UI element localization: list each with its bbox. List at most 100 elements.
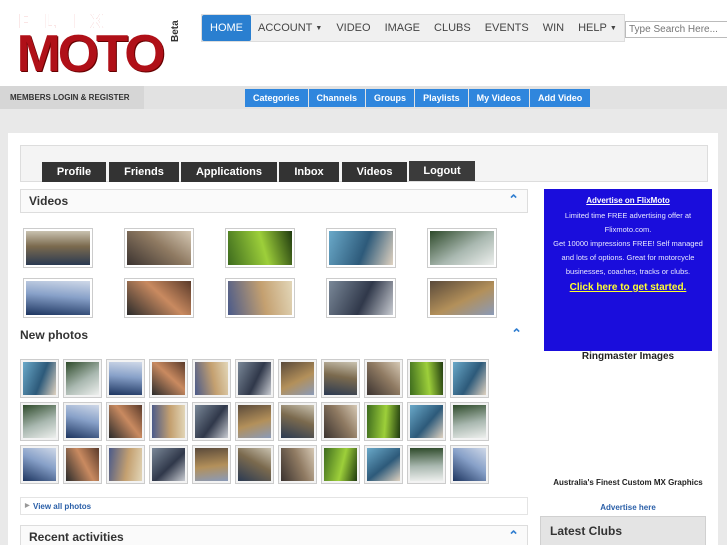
photo-thumbnail-image: [152, 448, 185, 481]
triangle-right-icon: ▶: [25, 503, 30, 509]
videos-panel-title: Videos: [29, 194, 69, 208]
nav-item-help[interactable]: HELP ▼: [571, 15, 624, 41]
photo-thumbnail[interactable]: [278, 359, 317, 398]
video-thumbnail[interactable]: [23, 228, 93, 268]
video-thumbnail[interactable]: [225, 278, 295, 318]
photo-thumbnail[interactable]: [235, 402, 274, 441]
recent-activities-title: Recent activities: [29, 530, 124, 544]
photo-thumbnail[interactable]: [20, 445, 59, 484]
photo-thumbnail[interactable]: [63, 359, 102, 398]
nav-item-label: HOME: [210, 22, 243, 34]
subnav-categories[interactable]: Categories: [245, 89, 308, 107]
photo-thumbnail[interactable]: [407, 402, 446, 441]
photo-thumbnail[interactable]: [321, 359, 360, 398]
video-thumbnail[interactable]: [427, 278, 497, 318]
photo-thumbnail[interactable]: [63, 445, 102, 484]
photo-thumbnail[interactable]: [407, 359, 446, 398]
subnav-my-videos[interactable]: My Videos: [468, 89, 529, 107]
nav-item-account[interactable]: ACCOUNT ▼: [251, 15, 329, 41]
photo-thumbnail[interactable]: [450, 445, 489, 484]
photo-thumbnail-image: [324, 405, 357, 438]
tab-applications[interactable]: Applications: [181, 162, 277, 182]
photo-thumbnail-image: [66, 362, 99, 395]
nav-item-label: VIDEO: [336, 22, 371, 34]
photo-thumbnail[interactable]: [149, 445, 188, 484]
photo-thumbnail-image: [453, 362, 486, 395]
photo-thumbnail[interactable]: [321, 445, 360, 484]
photo-thumbnail-image: [66, 448, 99, 481]
photo-thumbnail-image: [152, 362, 185, 395]
ad-get-started-link[interactable]: Click here to get started.: [544, 282, 712, 293]
site-header: FLIX MOTO Beta HOME ACCOUNT ▼ VIDEO IMAGE CLU…: [0, 0, 727, 86]
video-thumbnail-image: [329, 231, 393, 265]
tab-videos[interactable]: Videos: [342, 162, 407, 182]
video-thumbnail-image: [26, 231, 90, 265]
nav-item-image[interactable]: IMAGE: [378, 15, 427, 41]
sponsor-mx-graphics[interactable]: Australia's Finest Custom MX Graphics: [544, 476, 712, 490]
photo-thumbnail[interactable]: [407, 445, 446, 484]
video-thumbnail[interactable]: [326, 228, 396, 268]
flixmoto-logo[interactable]: FLIX MOTO Beta: [17, 12, 181, 80]
video-thumbnail[interactable]: [23, 278, 93, 318]
members-login-register-link[interactable]: MEMBERS LOGIN & REGISTER: [0, 86, 144, 109]
photo-thumbnail[interactable]: [20, 402, 59, 441]
sponsor-ringmaster[interactable]: Ringmaster Images: [544, 351, 712, 362]
photo-thumbnail-image: [324, 448, 357, 481]
video-thumbnail[interactable]: [326, 278, 396, 318]
photo-thumbnail[interactable]: [235, 359, 274, 398]
photo-thumbnail-image: [367, 362, 400, 395]
photo-thumbnail-image: [367, 405, 400, 438]
subnav-add-video[interactable]: Add Video: [529, 89, 591, 107]
nav-item-events[interactable]: EVENTS: [478, 15, 536, 41]
photo-thumbnail[interactable]: [149, 402, 188, 441]
photo-thumbnail[interactable]: [192, 402, 231, 441]
tab-logout[interactable]: Logout: [409, 161, 475, 181]
view-all-photos-link[interactable]: ▶ View all photos: [20, 497, 528, 515]
video-thumbnail[interactable]: [124, 228, 194, 268]
photo-thumbnail[interactable]: [364, 359, 403, 398]
photo-thumbnail[interactable]: [364, 402, 403, 441]
photo-thumbnail[interactable]: [321, 402, 360, 441]
video-thumbnail-image: [430, 231, 494, 265]
advertise-here-link[interactable]: Advertise here: [544, 503, 712, 512]
photo-thumbnail[interactable]: [192, 445, 231, 484]
ad-title-link[interactable]: Advertise on FlixMoto: [544, 196, 712, 205]
tab-profile[interactable]: Profile: [42, 162, 106, 182]
photo-thumbnail[interactable]: [149, 359, 188, 398]
video-thumbnail[interactable]: [225, 228, 295, 268]
video-thumbnail-image: [228, 231, 292, 265]
nav-item-home[interactable]: HOME: [202, 15, 251, 41]
collapse-chevron-up-icon[interactable]: ⌃: [508, 528, 519, 544]
tab-inbox[interactable]: Inbox: [279, 162, 339, 182]
nav-item-video[interactable]: VIDEO: [329, 15, 377, 41]
photo-thumbnail[interactable]: [450, 359, 489, 398]
search-input[interactable]: [625, 21, 727, 38]
video-thumbnail[interactable]: [124, 278, 194, 318]
nav-item-win[interactable]: WIN: [536, 15, 571, 41]
photo-thumbnail[interactable]: [192, 359, 231, 398]
subnav-playlists[interactable]: Playlists: [415, 89, 468, 107]
subnav-groups[interactable]: Groups: [366, 89, 415, 107]
photo-thumbnail[interactable]: [106, 445, 145, 484]
subnav-channels[interactable]: Channels: [308, 89, 366, 107]
photo-thumbnail[interactable]: [364, 445, 403, 484]
photo-thumbnail[interactable]: [235, 445, 274, 484]
photo-thumbnail-image: [66, 405, 99, 438]
advertise-banner[interactable]: Advertise on FlixMoto Limited time FREE …: [544, 189, 712, 351]
video-thumbnail-image: [430, 281, 494, 315]
photo-thumbnail[interactable]: [106, 359, 145, 398]
photo-thumbnail[interactable]: [63, 402, 102, 441]
tab-friends[interactable]: Friends: [109, 162, 179, 182]
collapse-chevron-up-icon[interactable]: ⌃: [508, 192, 519, 208]
photo-thumbnail[interactable]: [450, 402, 489, 441]
photo-thumbnail[interactable]: [106, 402, 145, 441]
photo-thumbnail-image: [324, 362, 357, 395]
photo-thumbnail-image: [453, 405, 486, 438]
photo-thumbnail[interactable]: [20, 359, 59, 398]
nav-item-clubs[interactable]: CLUBS: [427, 15, 478, 41]
photo-thumbnail-image: [238, 362, 271, 395]
photo-thumbnail[interactable]: [278, 445, 317, 484]
photo-thumbnail[interactable]: [278, 402, 317, 441]
video-thumbnail[interactable]: [427, 228, 497, 268]
collapse-chevron-up-icon[interactable]: ⌃: [511, 326, 522, 342]
